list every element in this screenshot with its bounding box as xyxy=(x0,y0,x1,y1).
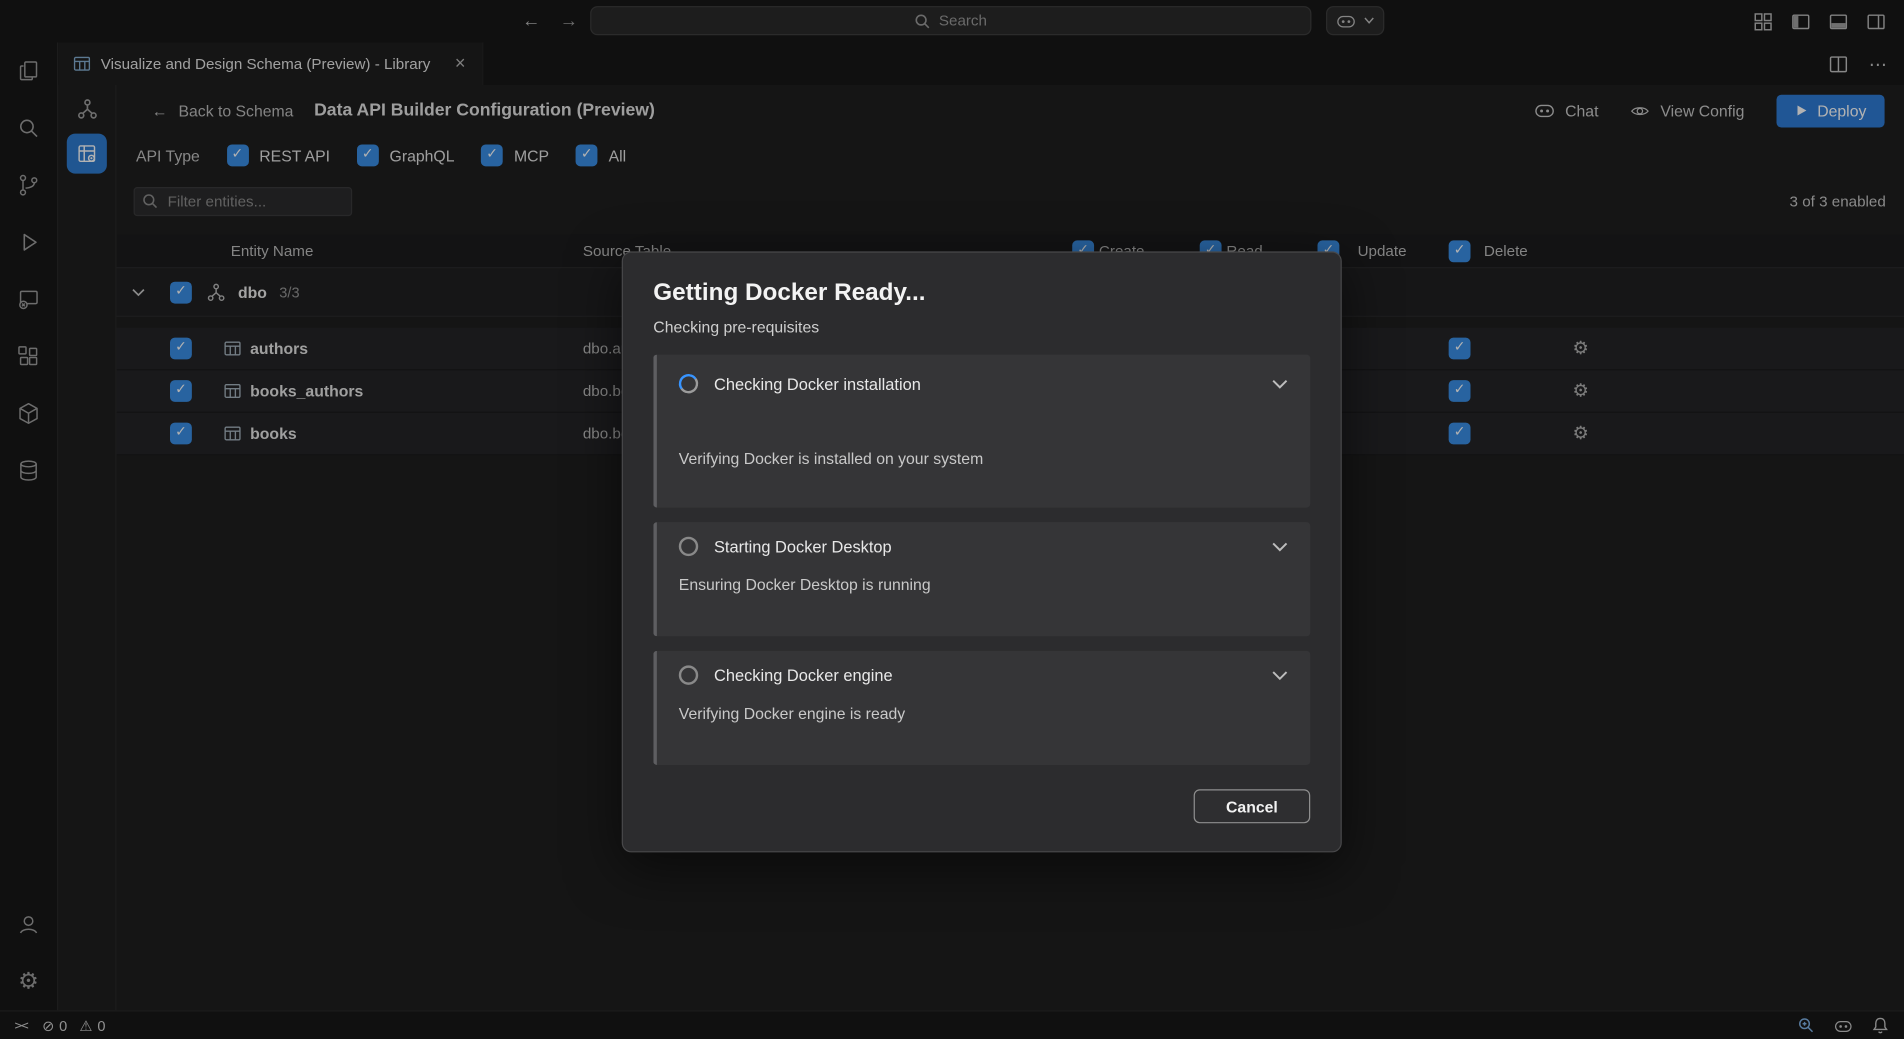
pending-circle-icon xyxy=(679,537,698,556)
dialog-title: Getting Docker Ready... xyxy=(653,279,1310,307)
step-docker-installation: Checking Docker installation Verifying D… xyxy=(653,355,1310,508)
step-description: Verifying Docker engine is ready xyxy=(679,704,1289,722)
step-docker-engine: Checking Docker engine Verifying Docker … xyxy=(653,651,1310,765)
step-header[interactable]: Checking Docker engine xyxy=(679,665,1289,684)
step-description: Ensuring Docker Desktop is running xyxy=(679,576,1289,594)
step-docker-desktop: Starting Docker Desktop Ensuring Docker … xyxy=(653,522,1310,636)
chevron-down-icon[interactable] xyxy=(1271,541,1288,552)
step-description: Verifying Docker is installed on your sy… xyxy=(679,449,1289,467)
step-header[interactable]: Starting Docker Desktop xyxy=(679,537,1289,556)
step-title: Starting Docker Desktop xyxy=(714,537,892,555)
step-title: Checking Docker installation xyxy=(714,375,921,393)
docker-ready-dialog: Getting Docker Ready... Checking pre-req… xyxy=(622,251,1342,852)
chevron-down-icon[interactable] xyxy=(1271,670,1288,681)
dialog-subtitle: Checking pre-requisites xyxy=(653,318,1310,336)
prerequisite-steps: Checking Docker installation Verifying D… xyxy=(653,355,1310,765)
vscode-window: ← → Search ⚙ xyxy=(0,0,1904,1039)
cancel-button[interactable]: Cancel xyxy=(1194,789,1311,823)
pending-circle-icon xyxy=(679,665,698,684)
step-header[interactable]: Checking Docker installation xyxy=(679,374,1289,393)
spinner-icon xyxy=(677,372,700,395)
chevron-down-icon[interactable] xyxy=(1271,378,1288,389)
dialog-actions: Cancel xyxy=(653,789,1310,823)
step-title: Checking Docker engine xyxy=(714,666,893,684)
